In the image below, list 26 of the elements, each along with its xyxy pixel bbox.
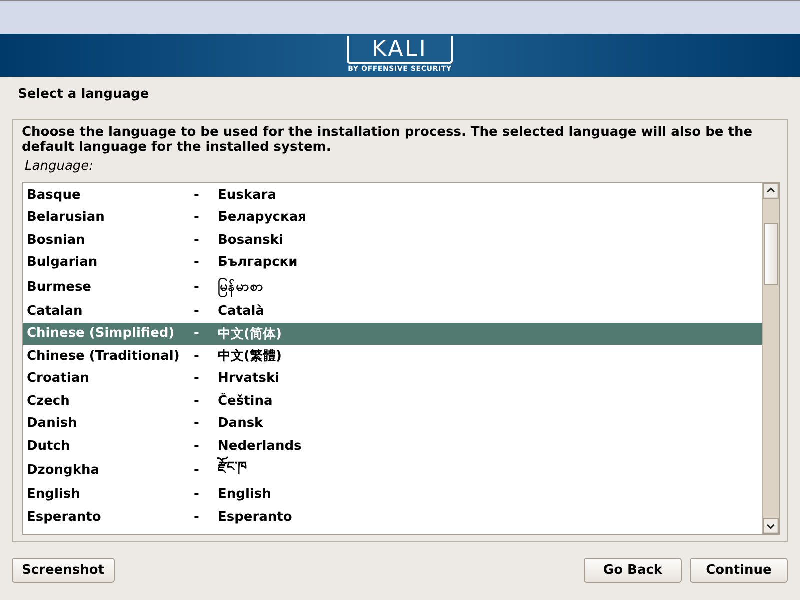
continue-button[interactable]: Continue — [690, 558, 788, 583]
language-item[interactable]: Esperanto - Esperanto — [23, 506, 762, 528]
logo-text: KALI — [372, 38, 428, 62]
language-item[interactable]: Burmese - မြန်မာစာ — [23, 274, 762, 300]
step-title: Select a language — [17, 86, 150, 102]
language-item[interactable]: Czech - Čeština — [23, 390, 762, 412]
language-item[interactable]: English - English — [23, 484, 762, 506]
language-item[interactable]: Catalan - Català — [23, 300, 762, 322]
language-item[interactable]: Belarusian - Беларуская — [23, 206, 762, 229]
language-item[interactable]: Croatian - Hrvatski — [23, 368, 762, 390]
screenshot-button[interactable]: Screenshot — [12, 558, 115, 583]
description: Choose the language to be used for the installation process. The selected language will also be the default language for the installed system. — [22, 125, 754, 155]
language-item[interactable]: Chinese (Simplified) - 中文(简体) — [23, 322, 762, 345]
language-item[interactable]: Dutch - Nederlands — [23, 435, 762, 458]
language-item[interactable]: Bulgarian - Български — [23, 252, 762, 274]
go-back-button[interactable]: Go Back — [584, 558, 682, 583]
language-item[interactable]: Dzongkha - རྫོང་ཁ — [23, 458, 762, 484]
scrollbar[interactable] — [762, 183, 779, 534]
language-item[interactable]: Danish - Dansk — [23, 412, 762, 435]
list-label: Language: — [25, 159, 95, 174]
language-item[interactable]: Basque - Euskara — [23, 184, 762, 206]
scroll-thumb[interactable] — [764, 223, 778, 285]
scroll-down-button[interactable] — [763, 518, 779, 534]
scroll-up-button[interactable] — [763, 183, 779, 199]
language-item[interactable]: Chinese (Traditional) - 中文(繁體) — [23, 345, 762, 368]
language-item[interactable]: Bosnian - Bosanski — [23, 229, 762, 252]
